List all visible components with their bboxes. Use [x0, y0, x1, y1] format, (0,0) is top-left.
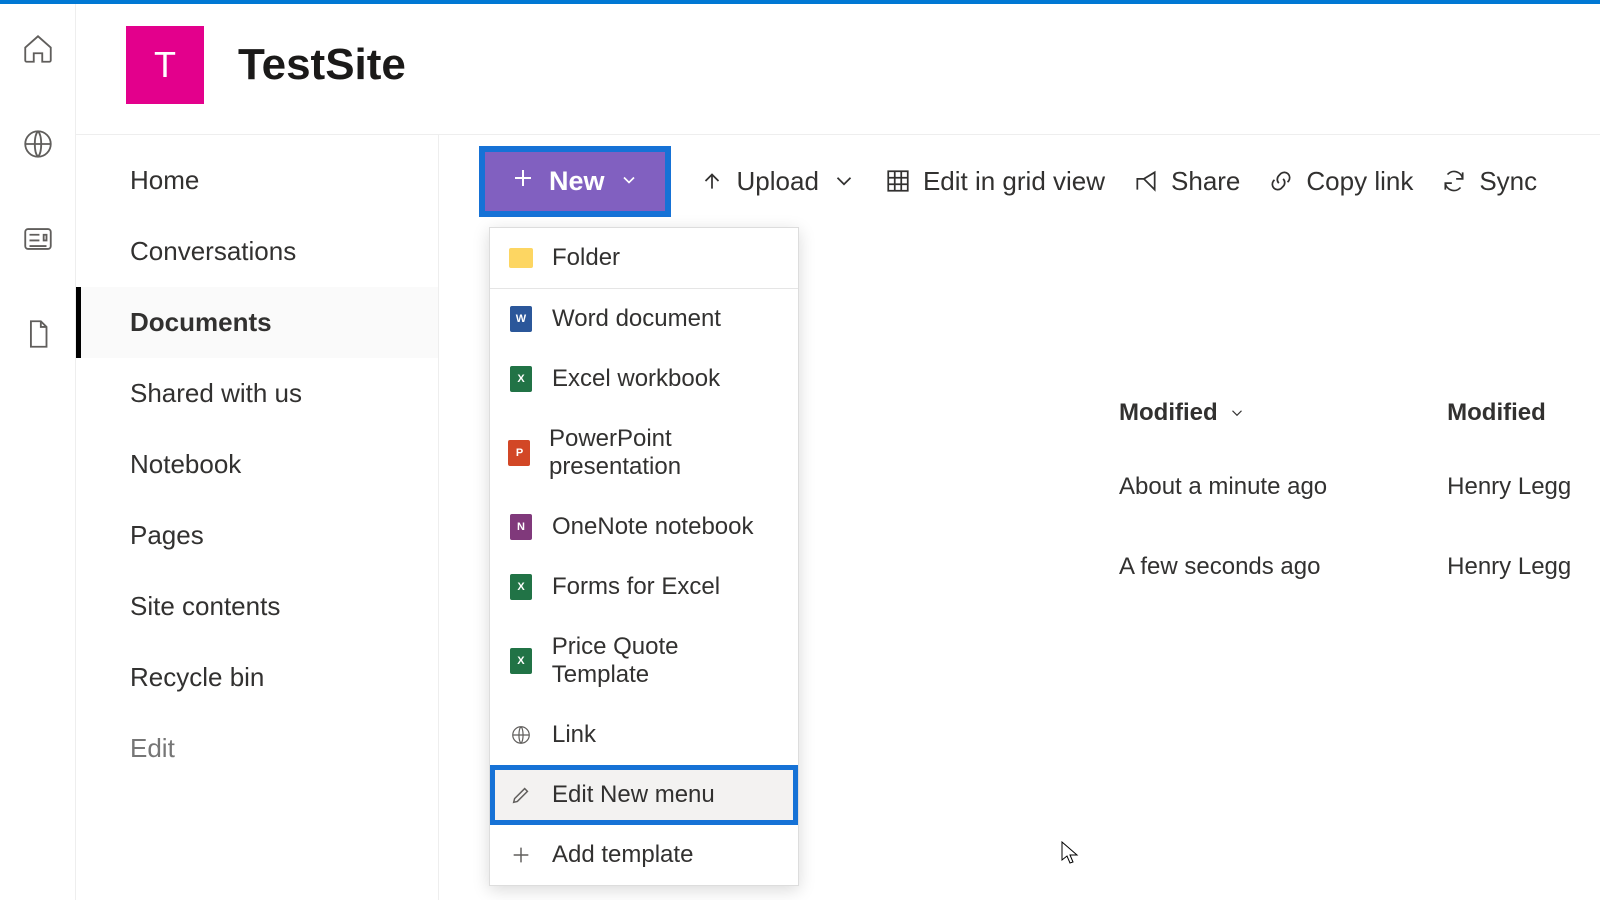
plus-icon — [511, 166, 535, 197]
copy-link-button[interactable]: Copy link — [1268, 166, 1413, 197]
copy-label: Copy link — [1306, 166, 1413, 197]
onenote-icon: N — [508, 514, 534, 540]
sidenav: Home Conversations Documents Shared with… — [76, 134, 438, 900]
home-icon[interactable] — [21, 32, 55, 71]
new-option-forms[interactable]: X Forms for Excel — [490, 557, 798, 617]
new-button-label: New — [549, 166, 605, 197]
command-bar: New Upload Edit in grid view — [479, 153, 1600, 209]
opt-label: OneNote notebook — [552, 513, 753, 541]
new-option-link[interactable]: Link — [490, 705, 798, 765]
sidenav-item-conversations[interactable]: Conversations — [76, 216, 438, 287]
new-option-word[interactable]: W Word document — [490, 289, 798, 349]
excel-icon: X — [508, 366, 534, 392]
sidenav-item-site-contents[interactable]: Site contents — [76, 571, 438, 642]
opt-label: Excel workbook — [552, 365, 720, 393]
sidenav-item-notebook[interactable]: Notebook — [76, 429, 438, 500]
sidenav-item-shared[interactable]: Shared with us — [76, 358, 438, 429]
cell-modified[interactable]: A few seconds ago — [1119, 553, 1327, 587]
plus-icon — [508, 842, 534, 868]
new-option-onenote[interactable]: N OneNote notebook — [490, 497, 798, 557]
sidenav-item-home[interactable]: Home — [76, 145, 438, 216]
upload-button[interactable]: Upload — [699, 166, 857, 197]
sidenav-item-pages[interactable]: Pages — [76, 500, 438, 571]
excel-icon: X — [508, 574, 534, 600]
sidenav-item-recycle-bin[interactable]: Recycle bin — [76, 642, 438, 713]
new-option-excel[interactable]: X Excel workbook — [490, 349, 798, 409]
column-modified[interactable]: Modified — [1119, 399, 1246, 427]
share-button[interactable]: Share — [1133, 166, 1240, 197]
opt-label: Word document — [552, 305, 721, 333]
upload-label: Upload — [737, 166, 819, 197]
new-button[interactable]: New — [485, 152, 665, 211]
folder-icon — [508, 245, 534, 271]
new-option-powerpoint[interactable]: P PowerPoint presentation — [490, 409, 798, 497]
new-option-add-template[interactable]: Add template — [490, 825, 798, 885]
document-area: New Upload Edit in grid view — [438, 134, 1600, 900]
site-title[interactable]: TestSite — [238, 40, 406, 90]
site-logo[interactable]: T — [126, 26, 204, 104]
site-header: T TestSite — [76, 4, 1600, 134]
opt-label: Price Quote Template — [552, 633, 780, 689]
chevron-down-icon — [831, 168, 857, 194]
col-label: Modified — [1447, 399, 1546, 427]
opt-label: Edit New menu — [552, 781, 715, 809]
new-button-highlight: New — [479, 146, 671, 217]
column-modified-by[interactable]: Modified — [1447, 399, 1546, 427]
edit-in-grid-button[interactable]: Edit in grid view — [885, 166, 1105, 197]
chevron-down-icon — [619, 166, 639, 197]
opt-label: Folder — [552, 244, 620, 272]
pencil-icon — [508, 782, 534, 808]
sidenav-item-documents[interactable]: Documents — [76, 287, 438, 358]
sidenav-edit-link[interactable]: Edit — [76, 713, 438, 764]
app-leftrail — [0, 4, 76, 900]
new-option-edit-menu[interactable]: Edit New menu — [490, 765, 798, 825]
globe-icon[interactable] — [21, 127, 55, 166]
chevron-down-icon — [1228, 404, 1246, 422]
cursor-icon — [1061, 841, 1081, 867]
cell-modified-by[interactable]: Henry Legg — [1447, 553, 1571, 587]
new-option-folder[interactable]: Folder — [490, 228, 798, 289]
opt-label: Add template — [552, 841, 693, 869]
opt-label: Forms for Excel — [552, 573, 720, 601]
document-icon[interactable] — [21, 317, 55, 356]
col-label: Modified — [1119, 399, 1218, 427]
news-icon[interactable] — [21, 222, 55, 261]
grid-label: Edit in grid view — [923, 166, 1105, 197]
new-dropdown: Folder W Word document X Excel workbook … — [489, 227, 799, 886]
opt-label: PowerPoint presentation — [549, 425, 780, 481]
powerpoint-icon: P — [508, 440, 531, 466]
excel-icon: X — [508, 648, 534, 674]
new-option-template-price-quote[interactable]: X Price Quote Template — [490, 617, 798, 705]
opt-label: Link — [552, 721, 596, 749]
cell-modified-by[interactable]: Henry Legg — [1447, 473, 1571, 507]
share-label: Share — [1171, 166, 1240, 197]
cell-modified[interactable]: About a minute ago — [1119, 473, 1327, 507]
sync-label: Sync — [1479, 166, 1537, 197]
globe-icon — [508, 722, 534, 748]
sync-button[interactable]: Sync — [1441, 166, 1537, 197]
word-icon: W — [508, 306, 534, 332]
